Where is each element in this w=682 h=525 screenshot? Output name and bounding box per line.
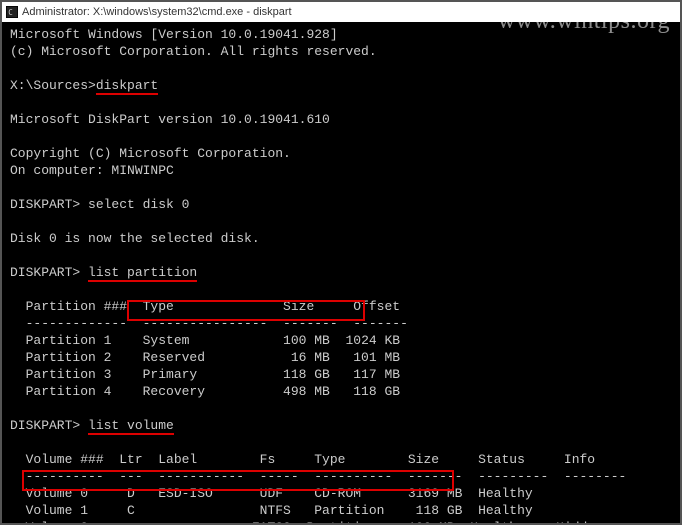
vol-row-2a <box>10 520 26 525</box>
part-row-2: Partition 2 Reserved 16 MB 101 MB <box>10 350 400 365</box>
cmd-select-disk: select disk 0 <box>88 197 189 212</box>
line-copyright2: Copyright (C) Microsoft Corporation. <box>10 146 291 161</box>
vol-sep: ---------- --- ----------- ----- -------… <box>10 469 626 484</box>
terminal-output[interactable]: Microsoft Windows [Version 10.0.19041.92… <box>2 22 680 525</box>
part-header: Partition ### Type Size Offset <box>10 299 400 314</box>
part-row-4: Partition 4 Recovery 498 MB 118 GB <box>10 384 400 399</box>
dp-prompt: DISKPART> <box>10 197 88 212</box>
cmd-list-volume: list volume <box>88 418 174 435</box>
part-row-1c: 1024 KB <box>330 333 400 348</box>
line-winver: Microsoft Windows [Version 10.0.19041.92… <box>10 27 338 42</box>
line-copyright1: (c) Microsoft Corporation. All rights re… <box>10 44 377 59</box>
cmd-icon: C <box>6 6 18 18</box>
vol-row-0: Volume 0 D ESD-ISO UDF CD-ROM 3169 MB He… <box>10 486 533 501</box>
svg-text:C: C <box>8 8 13 17</box>
titlebar-text: Administrator: X:\windows\system32\cmd.e… <box>22 6 292 18</box>
prompt-sources: X:\Sources> <box>10 78 96 93</box>
cmd-window: C Administrator: X:\windows\system32\cmd… <box>0 0 682 525</box>
line-oncomputer: On computer: MINWINPC <box>10 163 174 178</box>
vol-row-2b: Volume 2 <box>26 520 159 525</box>
vol-row-1: Volume 1 C NTFS Partition 118 GB Healthy <box>10 503 533 518</box>
vol-row-2c: FAT32 Partition 100 MB <box>158 520 454 525</box>
part-row-3: Partition 3 Primary 118 GB 117 MB <box>10 367 400 382</box>
dp-prompt: DISKPART> <box>10 265 88 280</box>
msg-selected: Disk 0 is now the selected disk. <box>10 231 260 246</box>
part-row-1a: Partition 1 <box>10 333 143 348</box>
part-row-1b: System 100 MB <box>143 333 330 348</box>
line-dpver: Microsoft DiskPart version 10.0.19041.61… <box>10 112 330 127</box>
dp-prompt: DISKPART> <box>10 418 88 433</box>
cmd-list-partition: list partition <box>88 265 197 282</box>
cmd-diskpart: diskpart <box>96 78 158 95</box>
part-sep: ------------- ---------------- ------- -… <box>10 316 408 331</box>
vol-header: Volume ### Ltr Label Fs Type Size Status… <box>10 452 595 467</box>
titlebar: C Administrator: X:\windows\system32\cmd… <box>2 2 680 22</box>
vol-row-2d: Healthy Hidden <box>455 520 603 525</box>
